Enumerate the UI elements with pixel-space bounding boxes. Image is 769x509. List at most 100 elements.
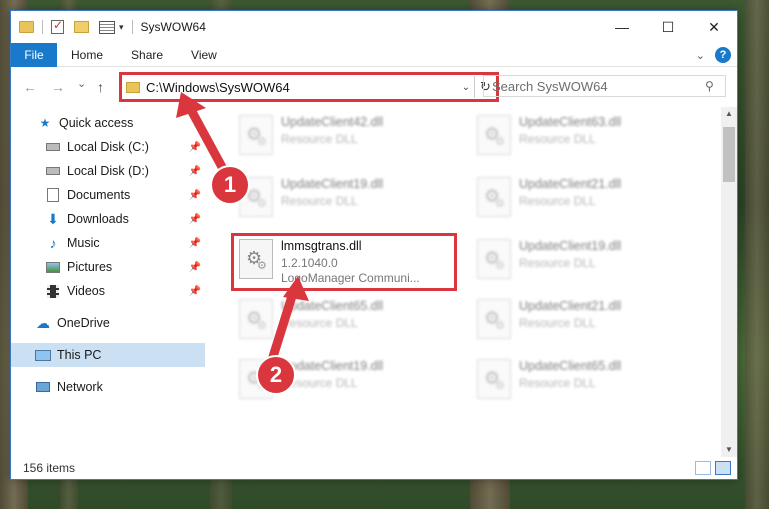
back-button[interactable]: ←: [23, 79, 37, 95]
sidebar-item-label: Local Disk (C:): [67, 140, 149, 154]
pin-icon[interactable]: 📌: [189, 238, 201, 249]
scroll-up-icon[interactable]: ▲: [721, 107, 737, 121]
file-name: UpdateClient42.dll: [281, 115, 384, 129]
quick-access-dropdown-icon[interactable]: ▾: [119, 22, 124, 33]
navigation-pane: ★ Quick access Local Disk (C:) 📌 Local D…: [11, 111, 205, 456]
file-item[interactable]: UpdateClient21.dll Resource DLL: [473, 171, 693, 225]
forward-button[interactable]: →: [51, 79, 65, 95]
customize-toolbar-icon[interactable]: [99, 20, 115, 34]
file-description: Resource DLL: [281, 376, 358, 390]
properties-check-icon[interactable]: [51, 18, 64, 34]
sidebar-item-this-pc[interactable]: This PC: [11, 343, 205, 367]
sidebar-item-label: Downloads: [67, 212, 129, 226]
sidebar-item-pictures[interactable]: Pictures 📌: [11, 255, 205, 279]
pin-icon[interactable]: 📌: [189, 214, 201, 225]
pin-icon[interactable]: 📌: [189, 142, 201, 153]
vertical-scrollbar[interactable]: ▲ ▼: [721, 107, 737, 457]
file-item[interactable]: UpdateClient65.dll Resource DLL: [235, 293, 455, 347]
cloud-icon: ☁: [36, 314, 50, 331]
sidebar-item-local-disk-d[interactable]: Local Disk (D:) 📌: [11, 159, 205, 183]
pin-icon[interactable]: 📌: [189, 262, 201, 273]
file-description: Resource DLL: [519, 316, 596, 330]
documents-icon: [45, 188, 61, 202]
navigation-bar: ← → ⌄ ↑ C:\Windows\SysWOW64 ⌄ ↻ Search S…: [11, 67, 737, 107]
item-count: 156 items: [23, 461, 76, 475]
network-icon: [35, 380, 51, 394]
file-item[interactable]: UpdateClient63.dll Resource DLL: [473, 109, 693, 163]
recent-locations-button[interactable]: ⌄: [77, 77, 86, 90]
window-controls: — ☐ ✕: [599, 11, 737, 43]
file-name: UpdateClient65.dll: [281, 299, 384, 313]
dll-file-icon: [239, 299, 273, 339]
new-folder-icon[interactable]: [74, 21, 89, 33]
sidebar-item-label: Videos: [67, 284, 105, 298]
pin-icon[interactable]: 📌: [189, 166, 201, 177]
dll-file-icon: [477, 239, 511, 279]
folder-icon: [19, 21, 34, 33]
pin-icon[interactable]: 📌: [189, 190, 201, 201]
drive-icon: [45, 140, 61, 154]
file-item[interactable]: UpdateClient21.dll Resource DLL: [473, 293, 693, 347]
status-bar: 156 items: [11, 457, 737, 479]
file-description: Resource DLL: [281, 132, 358, 146]
tree-trunk: [745, 0, 769, 509]
file-name: UpdateClient65.dll: [519, 359, 622, 373]
ribbon-right: ⌄ ?: [696, 47, 731, 63]
close-button[interactable]: ✕: [691, 11, 737, 43]
dll-file-icon: [477, 115, 511, 155]
file-name: UpdateClient19.dll: [519, 239, 622, 253]
maximize-button[interactable]: ☐: [645, 11, 691, 43]
help-button[interactable]: ?: [715, 47, 731, 63]
file-item[interactable]: UpdateClient19.dll Resource DLL: [235, 171, 455, 225]
pictures-icon: [45, 260, 61, 274]
folder-icon: [126, 81, 140, 93]
sidebar-item-onedrive[interactable]: ☁ OneDrive: [11, 311, 205, 335]
pin-icon[interactable]: 📌: [189, 286, 201, 297]
callout-badge-2: 2: [256, 355, 296, 395]
file-description: Resource DLL: [519, 376, 596, 390]
divider: [42, 20, 43, 34]
file-item[interactable]: UpdateClient65.dll Resource DLL: [473, 353, 693, 407]
chevron-down-icon[interactable]: ⌄: [696, 49, 705, 62]
dll-file-icon: [477, 359, 511, 399]
file-item[interactable]: UpdateClient19.dll Resource DLL: [473, 233, 693, 287]
up-button[interactable]: ↑: [97, 79, 104, 95]
sidebar-item-label: Music: [67, 236, 100, 250]
address-path[interactable]: C:\Windows\SysWOW64: [146, 80, 458, 95]
music-icon: ♪: [49, 235, 57, 251]
file-item[interactable]: UpdateClient42.dll Resource DLL: [235, 109, 455, 163]
file-description: Resource DLL: [281, 316, 358, 330]
scroll-thumb[interactable]: [723, 127, 735, 182]
computer-icon: [35, 348, 51, 362]
sidebar-item-videos[interactable]: Videos 📌: [11, 279, 205, 303]
search-icon[interactable]: ⚲: [705, 79, 725, 93]
search-input[interactable]: Search SysWOW64: [492, 79, 705, 94]
minimize-button[interactable]: —: [599, 11, 645, 43]
file-name: UpdateClient21.dll: [519, 177, 622, 191]
sidebar-item-downloads[interactable]: ⬇ Downloads 📌: [11, 207, 205, 231]
address-dropdown-icon[interactable]: ⌄: [458, 82, 474, 93]
sidebar-item-local-disk-c[interactable]: Local Disk (C:) 📌: [11, 135, 205, 159]
large-icons-view-icon[interactable]: [715, 461, 731, 475]
drive-icon: [45, 164, 61, 178]
search-box[interactable]: Search SysWOW64 ⚲: [483, 75, 726, 97]
sidebar-item-quick-access[interactable]: ★ Quick access: [11, 111, 205, 135]
tab-share[interactable]: Share: [117, 48, 177, 62]
scroll-down-icon[interactable]: ▼: [721, 443, 737, 457]
tab-home[interactable]: Home: [57, 48, 117, 62]
dll-file-icon: [477, 299, 511, 339]
file-name: UpdateClient21.dll: [519, 299, 622, 313]
sidebar-item-label: Quick access: [59, 116, 134, 130]
details-view-icon[interactable]: [695, 461, 711, 475]
file-name: UpdateClient63.dll: [519, 115, 622, 129]
dll-file-icon: [239, 115, 273, 155]
sidebar-item-documents[interactable]: Documents 📌: [11, 183, 205, 207]
address-bar[interactable]: C:\Windows\SysWOW64 ⌄ ↻: [119, 72, 499, 102]
file-description: Resource DLL: [281, 194, 358, 208]
tab-file[interactable]: File: [11, 42, 57, 67]
tab-view[interactable]: View: [177, 48, 231, 62]
sidebar-item-music[interactable]: ♪ Music 📌: [11, 231, 205, 255]
star-icon: ★: [39, 116, 51, 130]
sidebar-item-label: OneDrive: [57, 316, 110, 330]
sidebar-item-network[interactable]: Network: [11, 375, 205, 399]
